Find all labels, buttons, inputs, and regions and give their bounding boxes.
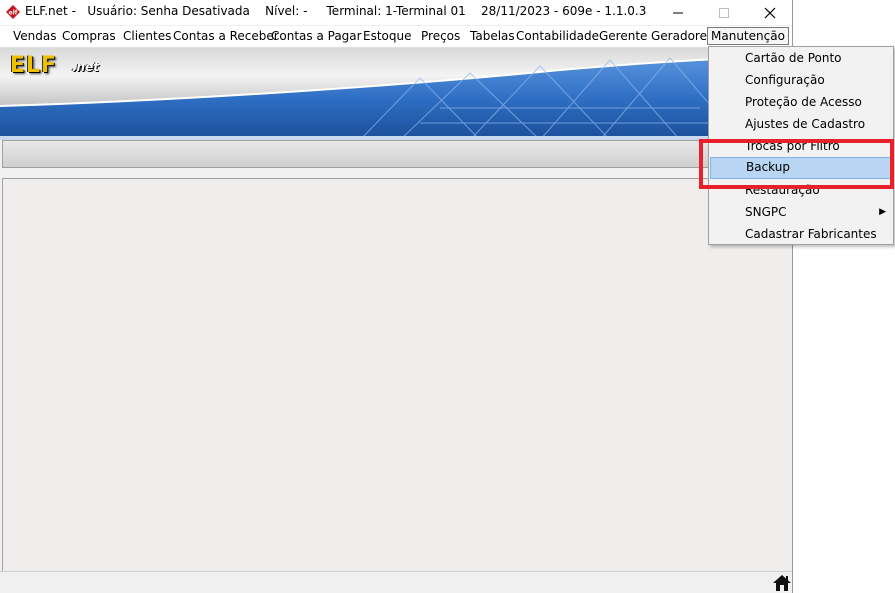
menu-item-sngpc[interactable]: SNGPC ▶ — [710, 202, 892, 224]
submenu-arrow-icon: ▶ — [879, 207, 886, 217]
menu-item-protecao-de-acesso[interactable]: Proteção de Acesso — [710, 92, 892, 114]
home-icon[interactable] — [772, 574, 792, 592]
menu-gerente[interactable]: Gerente — [599, 29, 647, 43]
menu-item-cadastrar-fabricantes[interactable]: Cadastrar Fabricantes — [710, 224, 892, 246]
menu-item-ajustes-de-cadastro[interactable]: Ajustes de Cadastro — [710, 114, 892, 136]
menu-compras[interactable]: Compras — [62, 29, 116, 43]
close-button[interactable] — [747, 0, 792, 25]
menu-bar: Vendas Compras Clientes Contas a Receber… — [0, 26, 792, 48]
elf-app-icon: elf — [6, 5, 20, 19]
menu-item-configuracao[interactable]: Configuração — [710, 70, 892, 92]
menu-contabilidade[interactable]: Contabilidade — [516, 29, 599, 43]
status-bar — [0, 571, 792, 593]
menu-manutencao[interactable]: Manutenção — [707, 27, 789, 45]
minimize-button[interactable] — [655, 0, 701, 25]
menu-vendas[interactable]: Vendas — [13, 29, 57, 43]
menu-contas-a-receber[interactable]: Contas a Receber — [173, 29, 279, 43]
highlight-box — [699, 139, 894, 189]
banner: ELF .net — [0, 48, 792, 140]
menu-item-cartao-de-ponto[interactable]: Cartão de Ponto — [710, 48, 892, 70]
menu-item-sngpc-label: SNGPC — [745, 205, 787, 219]
maximize-button[interactable] — [701, 0, 747, 25]
toolbar-strip — [2, 140, 792, 168]
menu-geradores[interactable]: Geradores — [651, 29, 713, 43]
window-title: ELF.net - Usuário: Senha Desativada Níve… — [25, 4, 647, 18]
title-bar: elf ELF.net - Usuário: Senha Desativada … — [0, 0, 792, 25]
menu-estoque[interactable]: Estoque — [363, 29, 412, 43]
menu-contas-a-pagar[interactable]: Contas a Pagar — [271, 29, 362, 43]
banner-graphic — [0, 55, 792, 140]
main-content-area — [2, 178, 792, 571]
menu-tabelas[interactable]: Tabelas — [470, 29, 515, 43]
maximize-icon — [719, 7, 729, 18]
menu-clientes[interactable]: Clientes — [123, 29, 171, 43]
minimize-icon — [673, 12, 683, 13]
close-icon — [764, 7, 776, 18]
elf-logo: ELF — [10, 53, 58, 78]
svg-text:elf: elf — [9, 10, 18, 17]
menu-precos[interactable]: Preços — [421, 29, 460, 43]
elf-logo-net: .net — [72, 60, 99, 74]
main-window: elf ELF.net - Usuário: Senha Desativada … — [0, 0, 793, 593]
